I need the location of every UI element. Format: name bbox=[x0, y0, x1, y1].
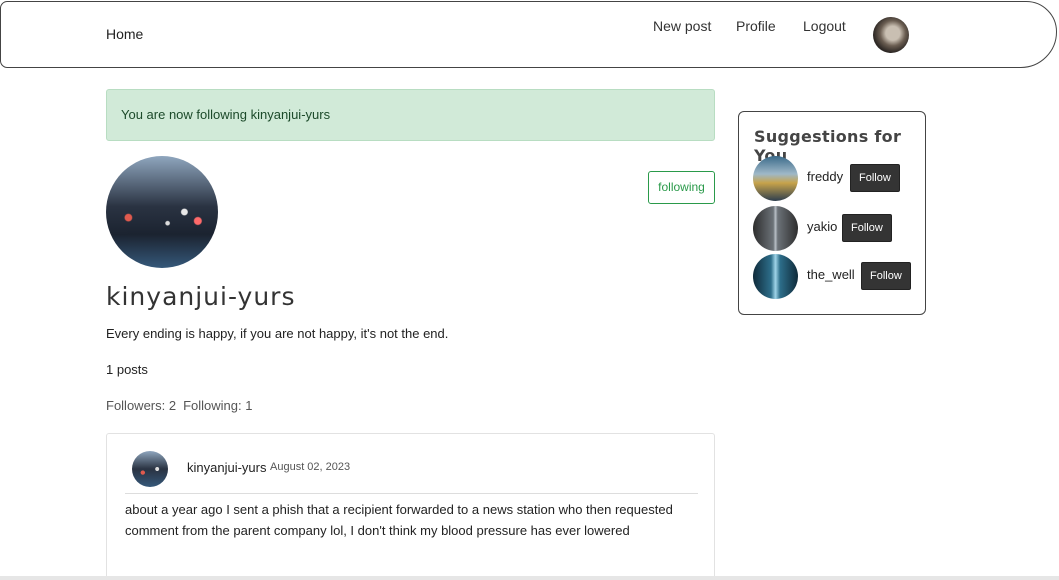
post-author[interactable]: kinyanjui-yurs bbox=[187, 460, 266, 475]
navbar: Home New post Profile Logout bbox=[0, 1, 1057, 68]
suggestion-item: the_well Follow bbox=[753, 254, 918, 300]
suggestion-name[interactable]: freddy bbox=[807, 169, 843, 184]
following-button[interactable]: following bbox=[648, 171, 715, 204]
nav-home-link[interactable]: Home bbox=[106, 26, 143, 42]
nav-profile-link[interactable]: Profile bbox=[736, 18, 776, 34]
suggestion-name[interactable]: yakio bbox=[807, 219, 837, 234]
following-count[interactable]: Following: 1 bbox=[183, 398, 252, 413]
suggestion-avatar[interactable] bbox=[753, 156, 798, 201]
profile-username: kinyanjui-yurs bbox=[106, 282, 296, 311]
suggestions-panel: Suggestions for You freddy Follow yakio … bbox=[738, 111, 926, 315]
suggestion-avatar[interactable] bbox=[753, 206, 798, 251]
suggestion-item: freddy Follow bbox=[753, 156, 918, 202]
post-date: August 02, 2023 bbox=[270, 461, 351, 473]
nav-new-post-link[interactable]: New post bbox=[653, 18, 711, 34]
suggestion-item: yakio Follow bbox=[753, 206, 918, 252]
post-card: kinyanjui-yurs August 02, 2023 about a y… bbox=[106, 433, 715, 580]
suggestion-name[interactable]: the_well bbox=[807, 267, 855, 282]
page-bottom-edge bbox=[0, 576, 1059, 580]
post-divider bbox=[125, 493, 698, 494]
profile-avatar bbox=[106, 156, 218, 268]
alert-message: You are now following kinyanjui-yurs bbox=[121, 107, 331, 122]
user-avatar[interactable] bbox=[873, 17, 909, 53]
post-author-avatar bbox=[132, 451, 168, 487]
posts-count: 1 posts bbox=[106, 362, 148, 377]
profile-bio: Every ending is happy, if you are not ha… bbox=[106, 326, 449, 341]
follow-stats: Followers: 2 Following: 1 bbox=[106, 398, 252, 413]
follow-button[interactable]: Follow bbox=[842, 214, 892, 242]
post-body: about a year ago I sent a phish that a r… bbox=[125, 502, 673, 538]
success-alert: You are now following kinyanjui-yurs bbox=[106, 89, 715, 141]
nav-logout-link[interactable]: Logout bbox=[803, 18, 846, 34]
followers-count[interactable]: Followers: 2 bbox=[106, 398, 176, 413]
follow-button[interactable]: Follow bbox=[850, 164, 900, 192]
follow-button[interactable]: Follow bbox=[861, 262, 911, 290]
suggestion-avatar[interactable] bbox=[753, 254, 798, 299]
